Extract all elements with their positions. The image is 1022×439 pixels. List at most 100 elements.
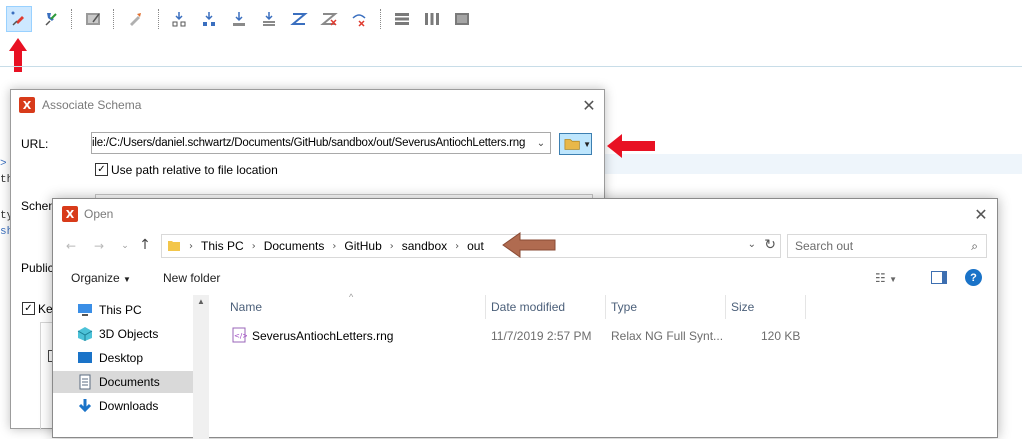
breadcrumb-sandbox[interactable]: sandbox: [402, 239, 447, 253]
editor-current-line: [600, 154, 1022, 174]
use-relative-label: Use path relative to file location: [111, 163, 278, 177]
navigation-pane: This PC 3D Objects Desktop Documents Dow…: [53, 295, 211, 439]
close-icon[interactable]: ✕: [971, 204, 991, 224]
chevron-down-icon[interactable]: ⌄: [748, 239, 756, 250]
address-bar[interactable]: › This PC › Documents › GitHub › sandbox…: [161, 234, 781, 258]
nav-item-label: This PC: [99, 303, 142, 317]
file-size: 120 KB: [761, 329, 801, 343]
sort-asc-icon: ^: [349, 292, 354, 302]
download-button[interactable]: [226, 6, 252, 32]
pin-button[interactable]: [38, 6, 64, 32]
chevron-right-icon: ›: [332, 240, 337, 252]
pen-icon: [130, 13, 141, 26]
download-tree-icon: [172, 12, 186, 27]
file-row[interactable]: </> SeverusAntiochLetters.rng 11/7/2019 …: [223, 325, 983, 347]
dialog-title: Associate Schema: [42, 98, 142, 112]
nav-item-this-pc[interactable]: This PC: [53, 299, 193, 321]
download-stack-button[interactable]: [256, 6, 282, 32]
breadcrumb-documents[interactable]: Documents: [264, 239, 325, 253]
search-box[interactable]: Search out ⌕: [787, 234, 987, 258]
new-folder-button[interactable]: New folder: [163, 271, 220, 285]
app-logo-icon: X: [62, 206, 78, 222]
organize-button[interactable]: Organize ▼: [71, 271, 131, 285]
file-type: Relax NG Full Synt...: [611, 329, 724, 343]
toolbar-separator: [380, 9, 381, 29]
view-options-icon[interactable]: ☷ ▼: [875, 271, 897, 285]
nav-scrollbar[interactable]: ▲: [193, 295, 209, 439]
columns-button[interactable]: [419, 6, 445, 32]
toolbar-separator: [113, 9, 114, 29]
help-icon[interactable]: ?: [965, 269, 982, 286]
dropdown-arrow-icon: ▼: [123, 275, 131, 284]
chevron-right-icon: ›: [251, 240, 256, 252]
nav-item-label: 3D Objects: [99, 327, 159, 341]
annotation-arrow-up: [9, 38, 27, 72]
desktop-icon: [78, 352, 92, 363]
rows-button[interactable]: [389, 6, 415, 32]
refresh-icon[interactable]: ↻: [764, 237, 776, 253]
column-name[interactable]: Name: [230, 300, 262, 314]
scroll-up-icon[interactable]: ▲: [197, 297, 205, 306]
breadcrumb-out[interactable]: out: [467, 239, 484, 253]
nav-item-downloads[interactable]: Downloads: [53, 395, 193, 417]
public-id-label: Public: [21, 261, 54, 275]
nav-item-label: Desktop: [99, 351, 144, 365]
dialog-titlebar: X Open: [53, 199, 997, 229]
folder-icon: [564, 139, 580, 150]
zigzag-cross-button[interactable]: [316, 6, 342, 32]
column-date-modified[interactable]: Date modified: [491, 300, 565, 314]
associate-schema-icon: [11, 11, 24, 26]
organize-label: Organize: [71, 271, 120, 285]
download-tree-blue-icon: [203, 12, 215, 26]
url-label: URL:: [21, 137, 49, 151]
column-type[interactable]: Type: [611, 300, 637, 314]
breadcrumb-github[interactable]: GitHub: [344, 239, 381, 253]
url-combobox[interactable]: ile:/C:/Users/daniel.schwartz/Documents/…: [91, 132, 551, 154]
dropdown-arrow-icon: ▼: [583, 139, 591, 149]
zigzag-icon: [290, 13, 308, 25]
up-arrow-icon[interactable]: ↑: [137, 237, 153, 253]
download-icon: [233, 12, 245, 26]
keep-checkbox[interactable]: ✓: [22, 302, 35, 315]
preview-pane-icon[interactable]: [931, 271, 947, 284]
nav-item-documents[interactable]: Documents: [53, 371, 193, 393]
annotation-arrow-left-brown: [502, 232, 556, 258]
download-tree-button[interactable]: [166, 6, 192, 32]
browse-button[interactable]: ▼: [559, 133, 592, 155]
toolbar-separator: [71, 9, 72, 29]
column-size[interactable]: Size: [731, 300, 754, 314]
back-arrow-icon[interactable]: ←: [63, 238, 79, 254]
use-relative-checkbox[interactable]: ✓: [95, 163, 108, 176]
folder-icon: [168, 241, 180, 251]
nav-item-desktop[interactable]: Desktop: [53, 347, 193, 369]
chevron-right-icon: ›: [455, 240, 460, 252]
search-placeholder: Search out: [795, 239, 854, 253]
remove-arrow-icon: [352, 14, 366, 27]
forward-arrow-icon[interactable]: →: [91, 238, 107, 254]
rng-file-icon: </>: [232, 327, 247, 343]
close-icon[interactable]: ✕: [579, 95, 599, 115]
annotation-arrow-left: [607, 134, 655, 158]
associate-schema-button[interactable]: [6, 6, 32, 32]
chevron-right-icon: ›: [189, 240, 193, 252]
downloads-icon: [78, 399, 92, 413]
recent-locations-icon[interactable]: ⌄: [117, 238, 133, 254]
zigzag-button[interactable]: [286, 6, 312, 32]
column-divider: [725, 295, 726, 319]
nav-item-label: Downloads: [99, 399, 159, 413]
download-stack-icon: [263, 12, 275, 26]
dialog-title: Open: [84, 207, 114, 221]
breadcrumb-this-pc[interactable]: This PC: [201, 239, 244, 253]
pen-button[interactable]: [122, 6, 148, 32]
column-divider: [805, 295, 806, 319]
nav-item-3d-objects[interactable]: 3D Objects: [53, 323, 193, 345]
remove-arrow-button[interactable]: [346, 6, 372, 32]
search-icon: ⌕: [971, 239, 978, 253]
chevron-down-icon[interactable]: ⌄: [532, 133, 550, 153]
file-date: 11/7/2019 2:57 PM: [491, 329, 592, 343]
editor-divider: [0, 66, 1022, 67]
edit-doc-button[interactable]: [80, 6, 106, 32]
dialog-titlebar: X Associate Schema: [11, 90, 604, 120]
box-button[interactable]: [449, 6, 475, 32]
download-tree-blue-button[interactable]: [196, 6, 222, 32]
